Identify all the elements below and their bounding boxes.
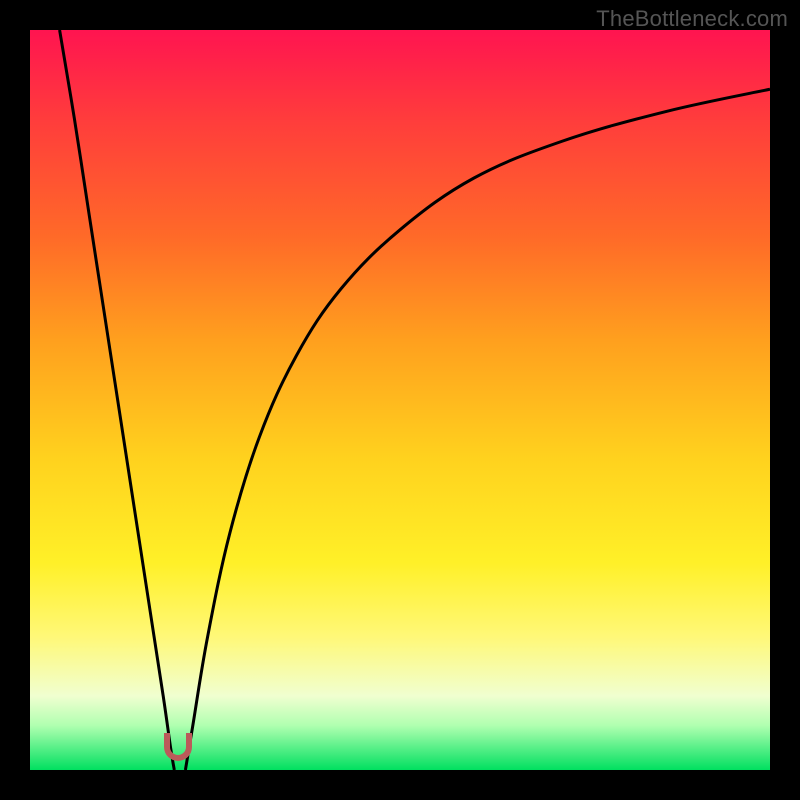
cusp-marker [164, 733, 192, 761]
plot-area [30, 30, 770, 770]
curve-path [60, 30, 770, 770]
watermark-text: TheBottleneck.com [596, 6, 788, 32]
chart-frame: TheBottleneck.com [0, 0, 800, 800]
bottleneck-curve [30, 30, 770, 770]
